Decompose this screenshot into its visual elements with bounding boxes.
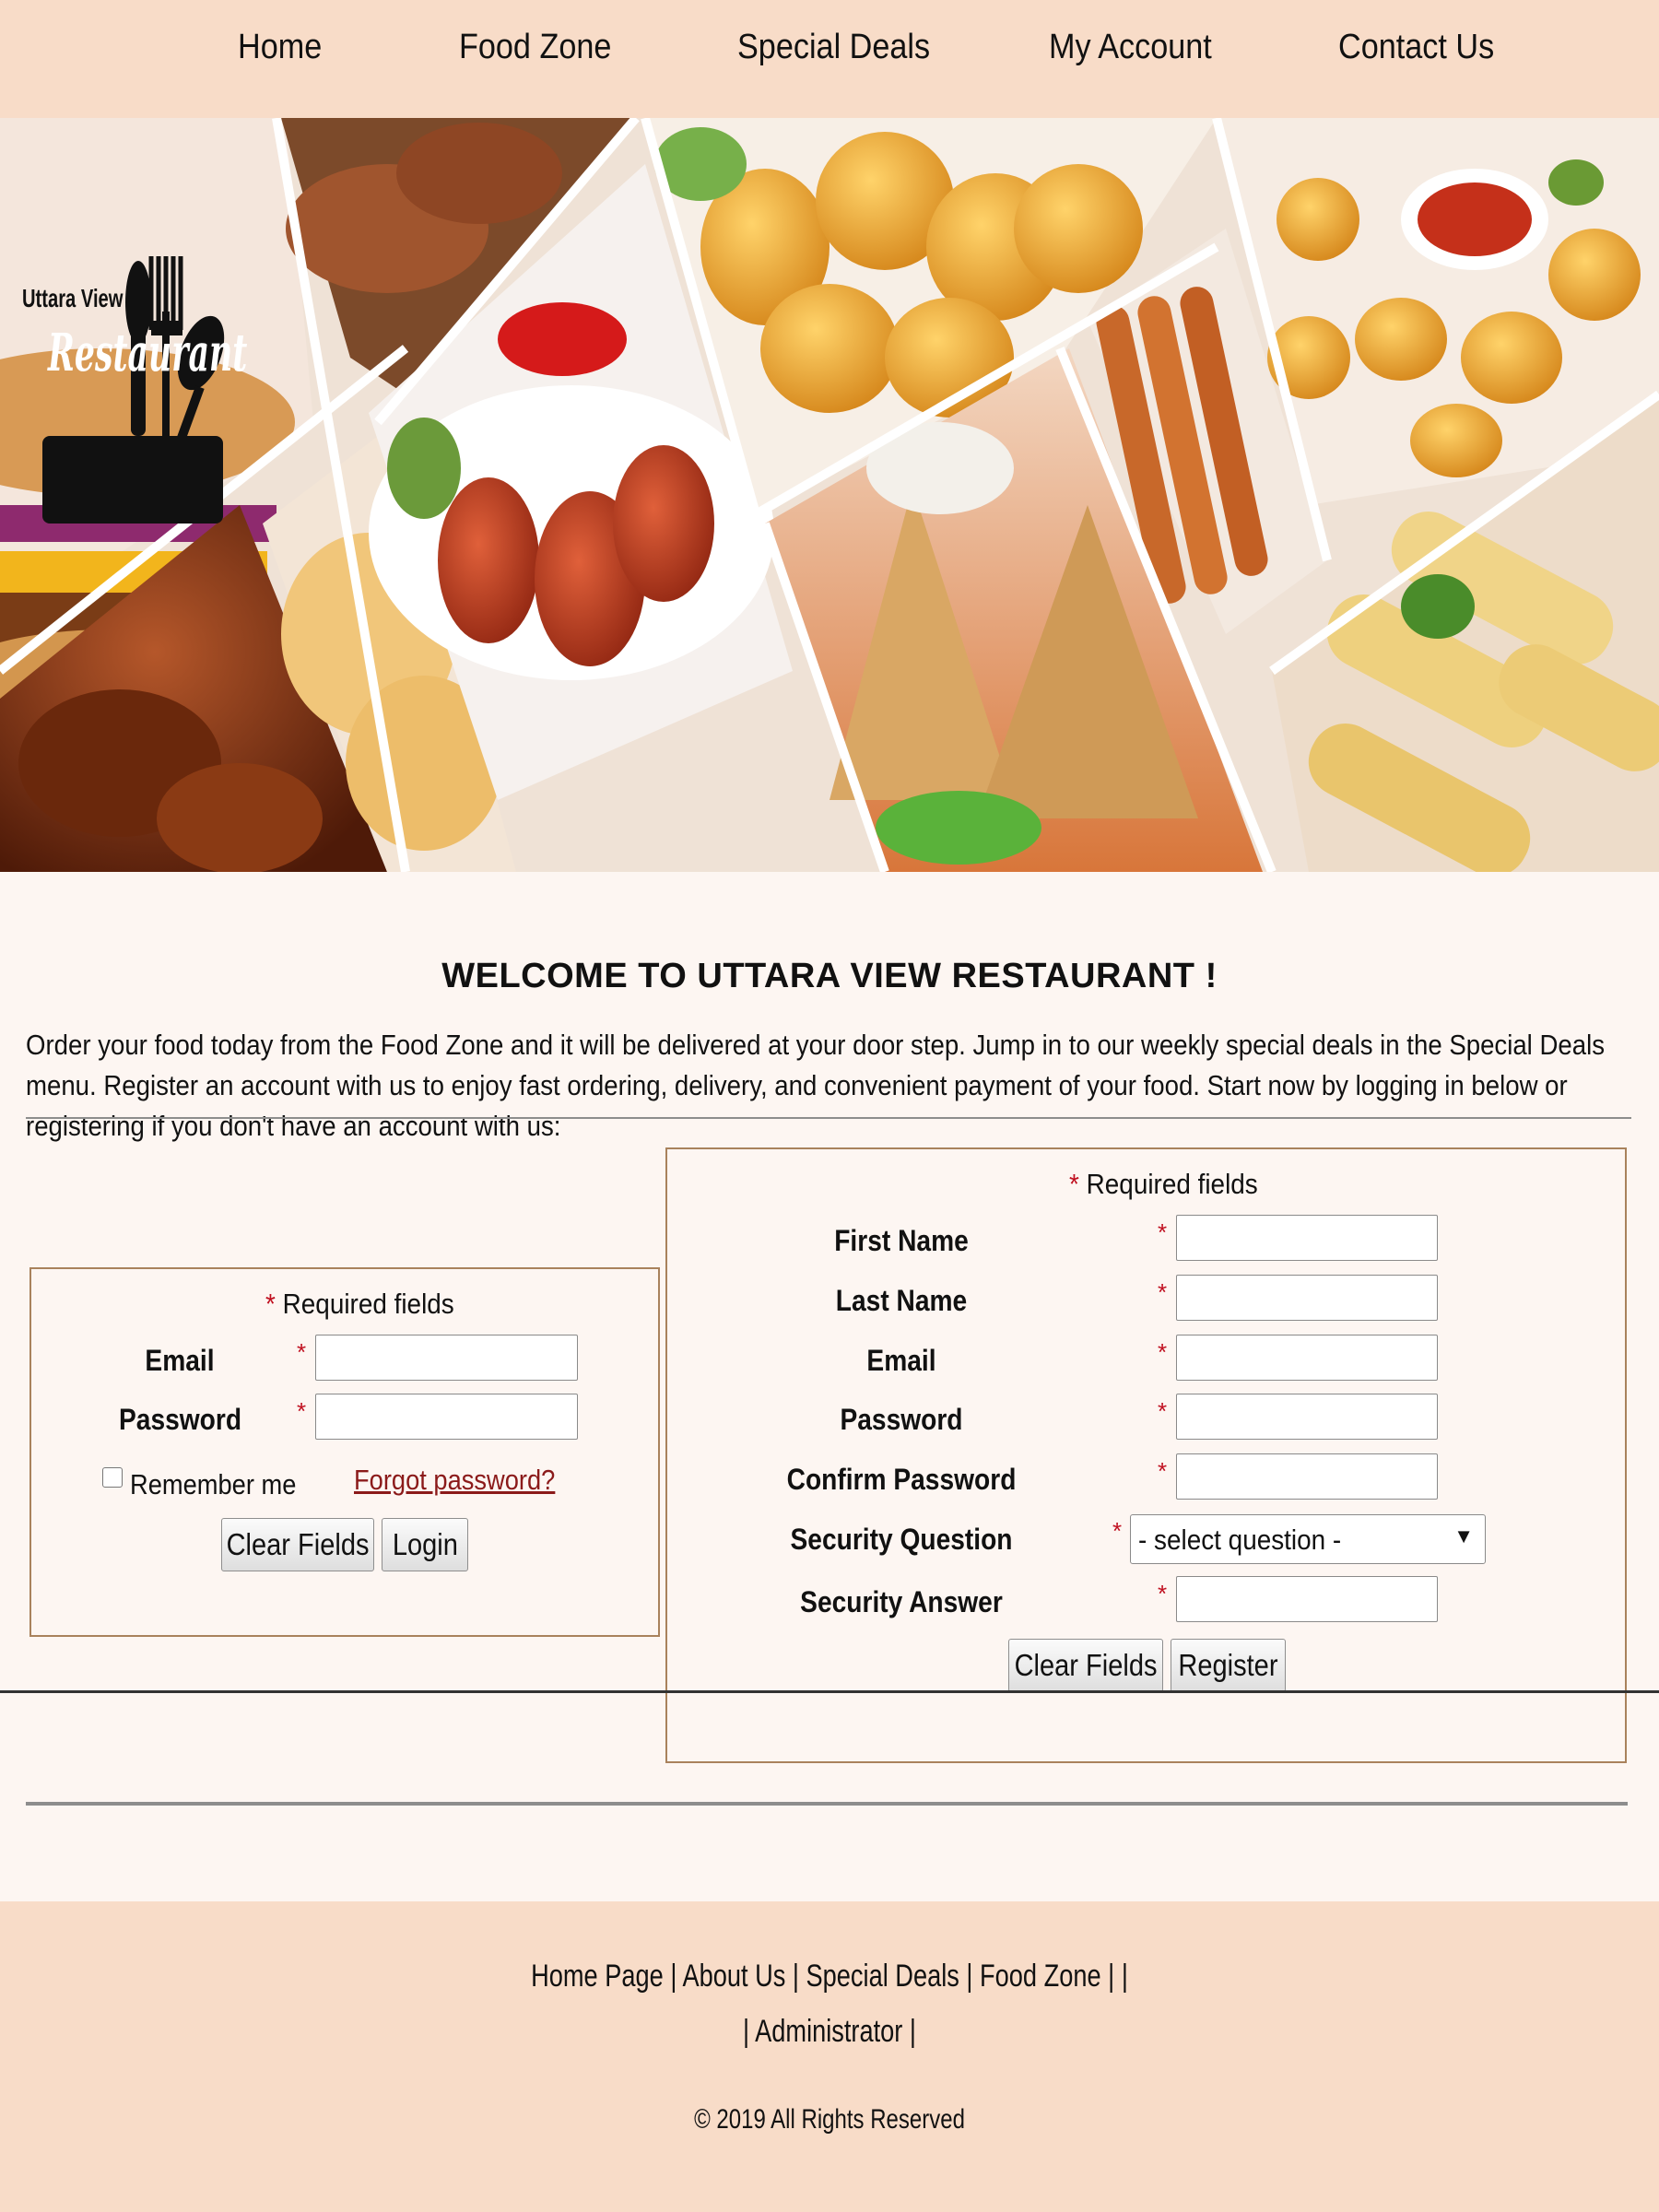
first-name-input[interactable] <box>1176 1215 1438 1261</box>
nav-home[interactable]: Home <box>238 28 322 67</box>
footer-link-home-page[interactable]: Home Page <box>531 1959 664 1994</box>
remember-me-checkbox[interactable] <box>102 1467 123 1488</box>
security-answer-input[interactable] <box>1176 1576 1438 1622</box>
login-password-label: Password <box>119 1403 242 1436</box>
nav-contact-us[interactable]: Contact Us <box>1338 28 1494 67</box>
welcome-intro-text: Order your food today from the Food Zone… <box>26 1029 1606 1142</box>
confirm-password-input[interactable] <box>1176 1453 1438 1500</box>
last-name-input[interactable] <box>1176 1275 1438 1321</box>
nav-food-zone[interactable]: Food Zone <box>459 28 611 67</box>
login-button[interactable]: Login <box>382 1518 468 1571</box>
footer: Home Page | About Us | Special Deals | F… <box>0 1901 1659 2212</box>
remember-me-label: Remember me <box>130 1468 297 1500</box>
required-star: * <box>1158 1338 1168 1366</box>
register-clear-fields-button[interactable]: Clear Fields <box>1008 1639 1163 1692</box>
login-form <box>29 1267 660 1637</box>
required-star: * <box>1158 1278 1168 1306</box>
footer-link-about-us[interactable]: About Us <box>682 1959 785 1994</box>
footer-links: Home Page | About Us | Special Deals | F… <box>531 1959 1128 1994</box>
food-collage-image <box>0 118 1659 872</box>
login-required-note: * Required fields <box>265 1288 454 1320</box>
last-name-label: Last Name <box>835 1284 968 1317</box>
register-password-label: Password <box>840 1403 963 1436</box>
food-banner: Uttara View Restaurant <box>0 118 1659 872</box>
first-name-label: First Name <box>834 1224 969 1257</box>
top-navigation: Home Food Zone Special Deals My Account … <box>0 0 1659 118</box>
required-star: * <box>297 1338 307 1366</box>
register-button[interactable]: Register <box>1171 1639 1286 1692</box>
logo-big-text: Restaurant <box>48 323 248 383</box>
register-required-note: * Required fields <box>1069 1168 1258 1200</box>
login-email-input[interactable] <box>315 1335 578 1381</box>
security-question-select[interactable]: - select question - ▼ <box>1130 1514 1486 1564</box>
required-star: * <box>297 1397 307 1425</box>
footer-link-food-zone[interactable]: Food Zone <box>980 1959 1101 1994</box>
required-star: * <box>1158 1457 1168 1485</box>
register-email-label: Email <box>866 1344 936 1377</box>
forgot-password-link[interactable]: Forgot password? <box>354 1464 555 1497</box>
security-question-label: Security Question <box>790 1523 1013 1556</box>
required-star: * <box>1158 1218 1168 1246</box>
security-question-selected: - select question - <box>1138 1524 1342 1556</box>
dropdown-arrow-icon: ▼ <box>1453 1524 1474 1547</box>
register-email-input[interactable] <box>1176 1335 1438 1381</box>
required-star: * <box>1112 1517 1123 1545</box>
required-star: * <box>1158 1397 1168 1425</box>
footer-admin-line: | Administrator | <box>743 2014 916 2049</box>
page-overlay-line <box>0 1690 1659 1693</box>
bottom-divider <box>26 1802 1628 1806</box>
top-divider <box>26 1117 1631 1119</box>
welcome-heading: WELCOME TO UTTARA VIEW RESTAURANT ! <box>441 957 1218 995</box>
nav-my-account[interactable]: My Account <box>1049 28 1212 67</box>
security-answer-label: Security Answer <box>800 1585 1003 1618</box>
nav-special-deals[interactable]: Special Deals <box>737 28 930 67</box>
footer-link-administrator[interactable]: Administrator <box>755 2014 902 2049</box>
login-password-input[interactable] <box>315 1394 578 1440</box>
login-clear-fields-button[interactable]: Clear Fields <box>221 1518 374 1571</box>
login-email-label: Email <box>145 1344 215 1377</box>
register-password-input[interactable] <box>1176 1394 1438 1440</box>
copyright-text: © 2019 All Rights Reserved <box>694 2104 965 2135</box>
confirm-password-label: Confirm Password <box>786 1463 1017 1496</box>
footer-link-special-deals[interactable]: Special Deals <box>806 1959 959 1994</box>
required-star: * <box>1158 1580 1168 1607</box>
logo-small-text: Uttara View <box>22 284 124 312</box>
